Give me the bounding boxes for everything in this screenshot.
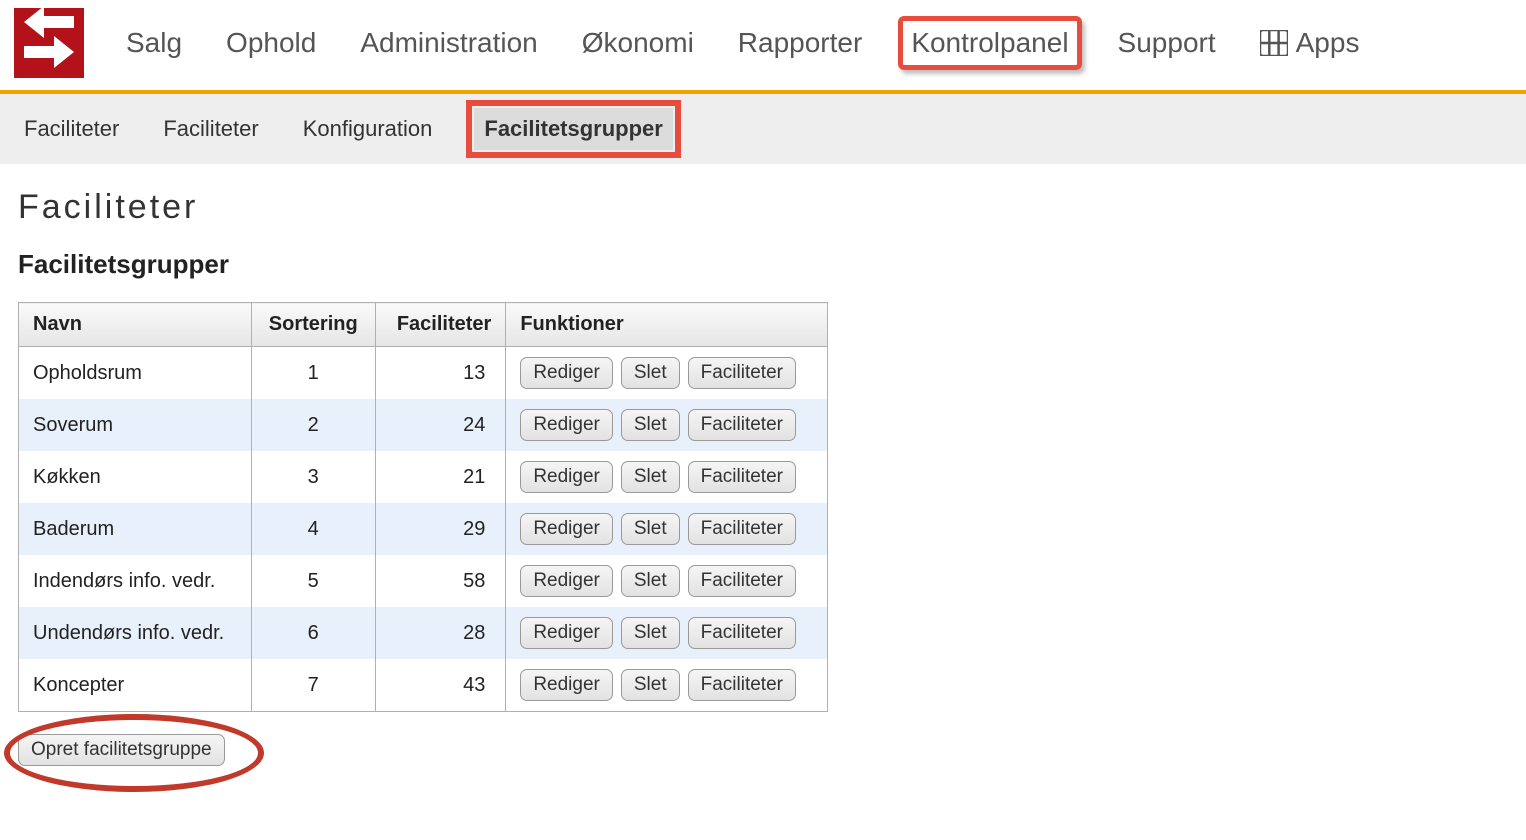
- cell-name: Baderum: [19, 503, 252, 555]
- delete-button[interactable]: Slet: [621, 565, 680, 597]
- nav-item-administration[interactable]: Administration: [352, 21, 545, 65]
- delete-button[interactable]: Slet: [621, 357, 680, 389]
- cell-sort: 1: [251, 347, 375, 400]
- facilities-button[interactable]: Faciliteter: [688, 357, 796, 389]
- cell-name: Koncepter: [19, 659, 252, 712]
- main-content: Faciliteter Facilitetsgrupper Navn Sorte…: [0, 164, 1526, 796]
- cell-name: Indendørs info. vedr.: [19, 555, 252, 607]
- cell-count: 58: [375, 555, 505, 607]
- table-row: Opholdsrum113RedigerSletFaciliteter: [19, 347, 828, 400]
- edit-button[interactable]: Rediger: [520, 617, 613, 649]
- table-row: Baderum429RedigerSletFaciliteter: [19, 503, 828, 555]
- edit-button[interactable]: Rediger: [520, 669, 613, 701]
- create-facility-group-button[interactable]: Opret facilitetsgruppe: [18, 734, 225, 766]
- facilities-button[interactable]: Faciliteter: [688, 565, 796, 597]
- cell-count: 24: [375, 399, 505, 451]
- facilities-button[interactable]: Faciliteter: [688, 409, 796, 441]
- nav-item-support[interactable]: Support: [1110, 21, 1224, 65]
- edit-button[interactable]: Rediger: [520, 357, 613, 389]
- facilities-button[interactable]: Faciliteter: [688, 669, 796, 701]
- cell-actions: RedigerSletFaciliteter: [506, 503, 828, 555]
- cell-name: Undendørs info. vedr.: [19, 607, 252, 659]
- cell-actions: RedigerSletFaciliteter: [506, 347, 828, 400]
- nav-item-apps[interactable]: Apps: [1252, 21, 1368, 65]
- app-logo[interactable]: [14, 8, 84, 78]
- nav-item-økonomi[interactable]: Økonomi: [574, 21, 702, 65]
- cell-name: Køkken: [19, 451, 252, 503]
- edit-button[interactable]: Rediger: [520, 461, 613, 493]
- cell-actions: RedigerSletFaciliteter: [506, 607, 828, 659]
- cell-sort: 3: [251, 451, 375, 503]
- cell-count: 28: [375, 607, 505, 659]
- subnav-item-konfiguration[interactable]: Konfiguration: [293, 108, 443, 150]
- sub-nav: Faciliteter Faciliteter Konfiguration Facil…: [0, 94, 1526, 164]
- delete-button[interactable]: Slet: [621, 409, 680, 441]
- cell-actions: RedigerSletFaciliteter: [506, 659, 828, 712]
- cell-actions: RedigerSletFaciliteter: [506, 399, 828, 451]
- delete-button[interactable]: Slet: [621, 669, 680, 701]
- cell-count: 21: [375, 451, 505, 503]
- edit-button[interactable]: Rediger: [520, 565, 613, 597]
- cell-count: 29: [375, 503, 505, 555]
- page-title: Faciliteter: [18, 188, 1508, 227]
- facilities-button[interactable]: Faciliteter: [688, 617, 796, 649]
- nav-item-kontrolpanel[interactable]: Kontrolpanel: [898, 16, 1081, 70]
- cell-count: 13: [375, 347, 505, 400]
- delete-button[interactable]: Slet: [621, 513, 680, 545]
- cell-sort: 5: [251, 555, 375, 607]
- cell-name: Opholdsrum: [19, 347, 252, 400]
- table-row: Undendørs info. vedr.628RedigerSletFacil…: [19, 607, 828, 659]
- table-row: Køkken321RedigerSletFaciliteter: [19, 451, 828, 503]
- nav-item-rapporter[interactable]: Rapporter: [730, 21, 871, 65]
- col-name: Navn: [19, 303, 252, 347]
- subnav-item-facilitetsgrupper[interactable]: Facilitetsgrupper: [474, 108, 672, 150]
- nav-item-salg[interactable]: Salg: [118, 21, 190, 65]
- cell-actions: RedigerSletFaciliteter: [506, 555, 828, 607]
- delete-button[interactable]: Slet: [621, 617, 680, 649]
- table-row: Koncepter743RedigerSletFaciliteter: [19, 659, 828, 712]
- subnav-item-faciliteter[interactable]: Faciliteter: [14, 108, 129, 150]
- cell-name: Soverum: [19, 399, 252, 451]
- edit-button[interactable]: Rediger: [520, 409, 613, 441]
- nav-item-label: Apps: [1296, 27, 1360, 59]
- annotation-highlight: Facilitetsgrupper: [466, 100, 680, 158]
- cell-sort: 4: [251, 503, 375, 555]
- col-actions: Funktioner: [506, 303, 828, 347]
- table-row: Soverum224RedigerSletFaciliteter: [19, 399, 828, 451]
- cell-actions: RedigerSletFaciliteter: [506, 451, 828, 503]
- facility-groups-table: Navn Sortering Faciliteter Funktioner Op…: [18, 302, 828, 712]
- section-title: Facilitetsgrupper: [18, 249, 1508, 280]
- facilities-button[interactable]: Faciliteter: [688, 513, 796, 545]
- col-sort: Sortering: [251, 303, 375, 347]
- facilities-button[interactable]: Faciliteter: [688, 461, 796, 493]
- edit-button[interactable]: Rediger: [520, 513, 613, 545]
- cell-sort: 7: [251, 659, 375, 712]
- table-row: Indendørs info. vedr.558RedigerSletFacil…: [19, 555, 828, 607]
- cell-count: 43: [375, 659, 505, 712]
- grid-icon: [1260, 30, 1288, 56]
- cell-sort: 2: [251, 399, 375, 451]
- cell-sort: 6: [251, 607, 375, 659]
- col-count: Faciliteter: [375, 303, 505, 347]
- top-nav: Salg Ophold Administration Økonomi Rapporter…: [0, 0, 1526, 94]
- delete-button[interactable]: Slet: [621, 461, 680, 493]
- nav-item-ophold[interactable]: Ophold: [218, 21, 324, 65]
- subnav-item-faciliteter[interactable]: Faciliteter: [153, 108, 268, 150]
